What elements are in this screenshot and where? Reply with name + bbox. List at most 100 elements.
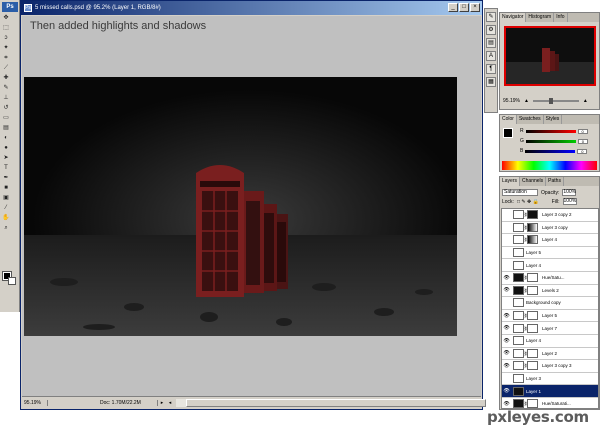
eye-icon[interactable]: 👁 [502,313,511,319]
status-doc-info[interactable]: Doc: 1.70M/22.2M [48,399,158,406]
layer-row[interactable]: Layer 4 [502,259,598,272]
eyedropper-icon[interactable]: ⁄ [2,204,10,212]
lasso-icon[interactable]: ↄ [2,34,10,42]
layer-thumbnail[interactable] [513,336,524,346]
channel-g-slider[interactable] [525,139,576,143]
layer-row[interactable]: 👁⛓Layer 3 copy 3 [502,360,598,373]
crop-icon[interactable]: ⌗ [2,54,10,62]
tab-styles[interactable]: Styles [544,115,563,124]
history-panel-icon[interactable]: ▦ [486,77,496,87]
dodge-icon[interactable]: ● [2,144,10,152]
lock-icons[interactable]: □ ✎ ✥ 🔒 [517,199,539,205]
color-spectrum-bar[interactable] [502,161,597,170]
layer-thumbnail[interactable] [513,222,524,232]
layer-thumbnail[interactable] [513,285,524,295]
layer-row[interactable]: 👁⛓Layer 2 [502,348,598,361]
layer-mask-thumbnail[interactable] [527,285,538,295]
navigator-preview[interactable] [504,26,596,86]
paragraph-panel-icon[interactable]: ¶ [486,64,496,74]
layer-row[interactable]: 👁⛓Hue/Satu... [502,272,598,285]
path-select-icon[interactable]: ➤ [2,154,10,162]
blend-mode-select[interactable]: Saturation [502,189,538,196]
layer-row[interactable]: 👁⛓Layer 7 [502,322,598,335]
layer-row[interactable]: 👁 Layer 1 [502,385,598,398]
layer-thumbnail[interactable] [513,386,524,396]
brush-panel-icon[interactable]: ✎ [486,12,496,22]
layer-row[interactable]: ⛓Layer 3 copy [502,222,598,235]
layer-row[interactable]: Background copy [502,297,598,310]
layer-row[interactable]: Layer 3 [502,373,598,386]
tab-swatches[interactable]: Swatches [517,115,544,124]
layer-mask-thumbnail[interactable] [527,399,538,408]
eye-icon[interactable]: 👁 [502,287,511,293]
history-brush-icon[interactable]: ↺ [2,104,10,112]
zoom-slider-knob[interactable] [548,98,553,104]
channel-b-slider[interactable] [525,149,576,153]
eye-icon[interactable]: 👁 [502,275,511,281]
canvas-image[interactable] [24,77,457,336]
layer-mask-thumbnail[interactable] [527,348,538,358]
gradient-icon[interactable]: ▤ [2,124,10,132]
channel-g-value[interactable]: 0 [577,138,588,144]
layer-row[interactable]: 👁⛓Layer 5 [502,310,598,323]
magic-wand-icon[interactable]: ✦ [2,44,10,52]
tab-navigator[interactable]: Navigator [500,13,527,22]
horizontal-scrollbar[interactable] [176,398,486,407]
layer-thumbnail[interactable] [513,235,524,245]
fill-input[interactable]: 100% [562,198,577,205]
marquee-icon[interactable]: ⬚ [2,24,10,32]
eye-icon[interactable]: 👁 [502,325,511,331]
hand-icon[interactable]: ✋ [2,214,10,222]
tab-layers[interactable]: Layers [500,177,521,186]
layer-mask-thumbnail[interactable] [527,273,538,283]
maximize-button[interactable]: □ [459,3,469,12]
layer-mask-thumbnail[interactable] [527,210,538,220]
eye-icon[interactable]: 👁 [502,350,511,356]
type-icon[interactable]: T [2,164,10,172]
layer-row[interactable]: 👁 Layer 4 [502,335,598,348]
status-menu-arrow-icon[interactable]: ▸ [158,400,166,406]
brush-icon[interactable]: ✎ [2,84,10,92]
background-color-swatch[interactable] [8,277,16,285]
tab-channels[interactable]: Channels [520,177,547,186]
eye-icon[interactable]: 👁 [502,363,511,369]
notes-icon[interactable]: ▣ [2,194,10,202]
scrollbar-thumb[interactable] [186,398,486,407]
layer-mask-thumbnail[interactable] [527,323,538,333]
layer-thumbnail[interactable] [513,311,524,321]
tab-info[interactable]: Info [554,13,568,22]
blur-icon[interactable]: ◐ [2,134,10,142]
layer-row[interactable]: ⛓Layer 4 [502,234,598,247]
tab-histogram[interactable]: Histogram [526,13,555,22]
minimize-button[interactable]: _ [448,3,458,12]
zoom-slider[interactable] [532,98,579,104]
pen-icon[interactable]: ✒ [2,174,10,182]
eraser-icon[interactable]: ▭ [2,114,10,122]
stamp-icon[interactable]: ⊥ [2,94,10,102]
layer-thumbnail[interactable] [513,348,524,358]
zoom-icon[interactable]: ⌕ [2,224,10,232]
zoom-out-icon[interactable]: ▲ [524,98,529,104]
canvas-area[interactable]: Then added highlights and shadows [22,16,481,397]
move-icon[interactable]: ✥ [2,14,10,22]
layer-comps-icon[interactable]: ▤ [486,38,496,48]
opacity-input[interactable]: 100% [562,189,577,196]
character-panel-icon[interactable]: A [486,51,496,61]
eye-icon[interactable]: 👁 [502,338,511,344]
channel-r-value[interactable]: 0 [577,128,588,134]
channel-r-slider[interactable] [525,129,576,133]
layer-thumbnail[interactable] [513,273,524,283]
layer-row[interactable]: 👁⛓Levels 2 [502,285,598,298]
scroll-left-icon[interactable]: ◂ [166,400,174,406]
slice-icon[interactable]: ⟋ [2,64,10,72]
close-button[interactable]: × [470,3,480,12]
layer-thumbnail[interactable] [513,248,524,258]
layer-thumbnail[interactable] [513,361,524,371]
color-foreground-swatch[interactable] [503,128,513,138]
layer-thumbnail[interactable] [513,210,524,220]
layer-mask-thumbnail[interactable] [527,222,538,232]
layer-row[interactable]: Layer 5 [502,247,598,260]
healing-icon[interactable]: ✚ [2,74,10,82]
navigator-zoom-value[interactable]: 95.19% [503,98,520,104]
layer-thumbnail[interactable] [513,298,524,308]
